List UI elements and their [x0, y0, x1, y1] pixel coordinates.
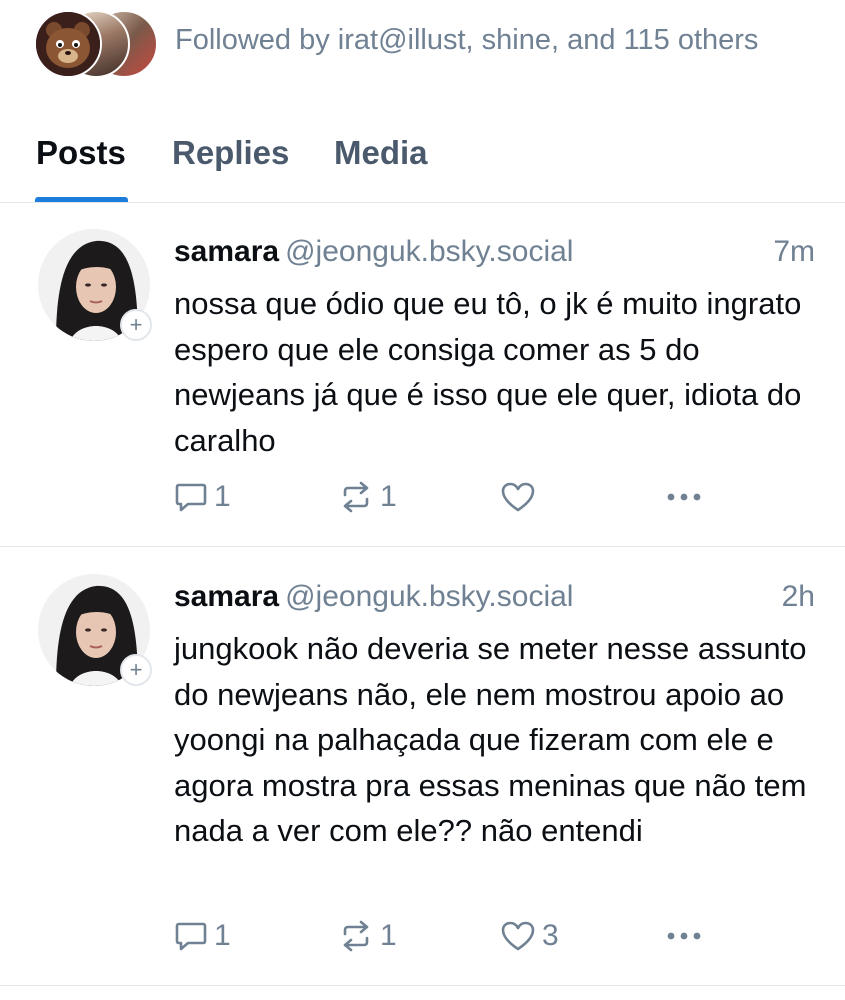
active-tab-indicator [35, 197, 128, 202]
repost-arrows-icon [338, 919, 374, 953]
like-count: 3 [542, 919, 559, 952]
post[interactable]: + samara @jeonguk.bsky.social 7m nossa qu… [0, 203, 845, 547]
profile-tabs: Posts Replies Media [0, 128, 845, 203]
post-header: samara @jeonguk.bsky.social 2h [174, 580, 815, 620]
post-header: samara @jeonguk.bsky.social 7m [174, 235, 815, 275]
followed-by-row[interactable]: Followed by irat@illust, shine, and 115 … [0, 0, 845, 90]
author-avatar[interactable]: + [38, 229, 152, 341]
post-actions: 1 1 3 [174, 916, 714, 956]
reply-count: 1 [214, 480, 231, 513]
ellipsis-icon [664, 491, 704, 503]
reply-button[interactable]: 1 [174, 916, 231, 956]
repost-button[interactable]: 1 [338, 477, 397, 517]
repost-arrows-icon [338, 480, 374, 514]
author-name[interactable]: samara [174, 235, 279, 268]
followed-by-text[interactable]: Followed by irat@illust, shine, and 115 … [175, 24, 758, 57]
follower-avatar-bear [34, 10, 102, 78]
post-text: jungkook não deveria se meter nesse assu… [174, 631, 807, 848]
more-options-button[interactable] [664, 477, 704, 517]
repost-count: 1 [380, 919, 397, 952]
chat-bubble-icon [174, 920, 208, 952]
tab-media[interactable]: Media [334, 134, 428, 172]
more-options-button[interactable] [664, 916, 704, 956]
chat-bubble-icon [174, 481, 208, 513]
reply-button[interactable]: 1 [174, 477, 231, 517]
author-name[interactable]: samara [174, 580, 279, 613]
repost-button[interactable]: 1 [338, 916, 397, 956]
heart-icon [500, 481, 536, 513]
author-handle[interactable]: @jeonguk.bsky.social [285, 235, 573, 268]
post-timestamp[interactable]: 7m [773, 235, 815, 269]
author-handle[interactable]: @jeonguk.bsky.social [285, 580, 573, 613]
tab-replies[interactable]: Replies [172, 134, 289, 172]
like-button[interactable]: 3 [500, 916, 559, 956]
heart-icon [500, 920, 536, 952]
post-actions: 1 1 [174, 477, 714, 517]
plus-icon[interactable]: + [120, 309, 152, 341]
repost-count: 1 [380, 480, 397, 513]
ellipsis-icon [664, 930, 704, 942]
reply-count: 1 [214, 919, 231, 952]
post-timestamp[interactable]: 2h [782, 580, 815, 614]
post[interactable]: + samara @jeonguk.bsky.social 2h jungkook… [0, 548, 845, 986]
plus-icon[interactable]: + [120, 654, 152, 686]
tab-posts[interactable]: Posts [36, 134, 126, 172]
post-text: nossa que ódio que eu tô, o jk é muito i… [174, 286, 802, 458]
follower-avatars [34, 10, 158, 78]
author-avatar[interactable]: + [38, 574, 152, 686]
like-button[interactable] [500, 477, 542, 517]
